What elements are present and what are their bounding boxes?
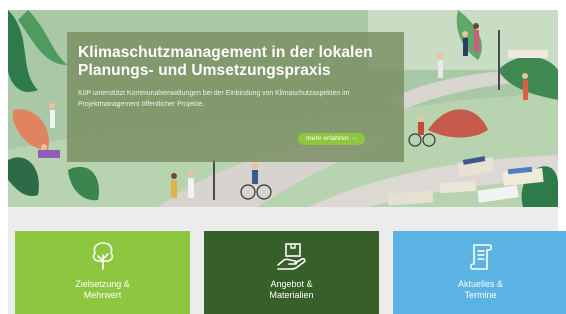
- tile-offer-label-line-2: Materialien: [269, 290, 314, 300]
- hero-title-line-2: Planungs- und Umsetzungspraxis: [78, 61, 331, 79]
- tile-news-label: Aktuelles & Termine: [393, 279, 566, 301]
- hero-title: Klimaschutzmanagement in der lokalen Pla…: [78, 44, 392, 79]
- hero-description: KöP unterstützt Kommunalverwaltungen bei…: [78, 88, 392, 110]
- tile-goals-label-line-2: Mehrwert: [83, 290, 122, 300]
- box-hand-icon: [276, 243, 306, 270]
- more-info-button[interactable]: mehr erfahren →: [298, 133, 366, 145]
- tree-icon: [92, 242, 113, 270]
- tile-goals-label-line-1: Zielsetzung &: [75, 279, 130, 289]
- more-info-label: mehr erfahren: [306, 135, 349, 142]
- tile-goals-benefits[interactable]: Zielsetzung & Mehrwert: [15, 231, 190, 314]
- tile-offer-label-line-1: Angebot &: [270, 279, 313, 289]
- arrow-right-icon: →: [350, 135, 358, 142]
- tile-offer-materials[interactable]: Angebot & Materialien: [204, 231, 379, 314]
- hero-description-line-2: Projektmanagement öffentlicher Projekte.: [78, 101, 205, 108]
- hero-description-line-1: KöP unterstützt Kommunalverwaltungen bei…: [78, 90, 350, 97]
- hero-text-panel: Klimaschutzmanagement in der lokalen Pla…: [67, 32, 404, 162]
- tile-offer-label: Angebot & Materialien: [204, 279, 379, 301]
- tile-news-label-line-2: Termine: [464, 290, 497, 300]
- tile-goals-label: Zielsetzung & Mehrwert: [15, 279, 190, 301]
- scroll-icon: [469, 244, 492, 270]
- tile-news-events[interactable]: Aktuelles & Termine: [393, 231, 566, 314]
- hero-title-line-1: Klimaschutzmanagement in der lokalen: [78, 44, 373, 61]
- hero-banner: Klimaschutzmanagement in der lokalen Pla…: [8, 10, 558, 207]
- tile-news-label-line-1: Aktuelles &: [457, 279, 504, 289]
